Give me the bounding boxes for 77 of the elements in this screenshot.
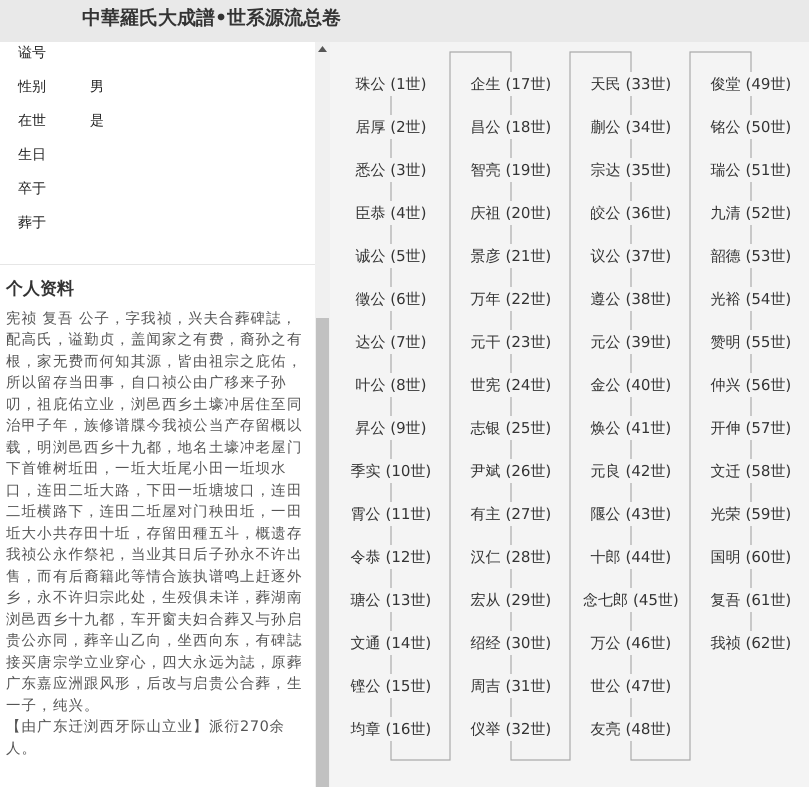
generation-link[interactable]: 珠公 (1世) bbox=[355, 73, 426, 95]
biography-paragraph: 宪祯 复吾 公子，字我祯，兴夫合葬碑誌，配高氏，谥勤贞，盖闻家之有费，裔孙之有根，家无费而何知其源，皆由祖宗之庇佑，所以留存当田事，自口祯公由广移来子孙叨，祖庇佑立业，浏邑西乡土壕冲居住至同治甲子年，族修谱牒今我祯公当产存留概以载，明浏邑西乡十九都，地名土壕冲老屋门下首锥树坵田，一坵大坵尾小田一坵坝水口，连田二坵大路，下田一坵塘坡口，连田二坵横路下，连田二坵屋对门秧田坵，一田坵大小共存田十坵，存留田種五斗，概遗存我祯公永作祭祀，当业其日后子孙永不许出售，而有后裔籍此等情合族执谱鸣上赶逐外乡，永不许归宗此处，生殁俱未详，葬湖南浏邑西乡十九都，车开窗夫妇合葬又与孙启贵公亦同，葬辛山乙向，坐西向东，有碑誌接买唐宗学立业穿心，四大永远为誌，原葬广东嘉应洲跟风形，后改与启贵公合葬，生一子，纯兴。 bbox=[5, 310, 304, 716]
generation-link[interactable]: 霄公 (11世) bbox=[350, 503, 432, 525]
generation-link[interactable]: 皎公 (36世) bbox=[590, 202, 672, 224]
generation-link[interactable]: 尹斌 (26世) bbox=[470, 460, 552, 482]
generation-link[interactable]: 瑞公 (51世) bbox=[710, 159, 792, 181]
page-title: 中華羅氏大成譜•世系源流总卷 bbox=[82, 7, 342, 29]
scroll-up-icon[interactable] bbox=[318, 46, 327, 52]
field-label: 在世 bbox=[17, 112, 47, 131]
biography-paragraph: 【由广东迁浏西牙际山立业】派衍270余人。 bbox=[5, 718, 286, 758]
generation-link[interactable]: 仪举 (32世) bbox=[470, 718, 552, 740]
generation-link[interactable]: 世宪 (24世) bbox=[470, 374, 552, 396]
generation-link[interactable]: 元干 (23世) bbox=[470, 331, 552, 353]
generation-link[interactable]: 韶德 (53世) bbox=[710, 245, 792, 267]
generation-link[interactable]: 文通 (14世) bbox=[350, 632, 432, 654]
generation-link[interactable]: 诚公 (5世) bbox=[355, 245, 426, 267]
generation-link[interactable]: 智亮 (19世) bbox=[470, 159, 552, 181]
generation-link[interactable]: 金公 (40世) bbox=[590, 374, 672, 396]
generation-link[interactable]: 徵公 (6世) bbox=[355, 288, 426, 310]
generation-link[interactable]: 友亮 (48世) bbox=[590, 718, 672, 740]
generation-link[interactable]: 企生 (17世) bbox=[470, 73, 552, 95]
generation-link[interactable]: 宗达 (35世) bbox=[590, 159, 672, 181]
generation-link[interactable]: 有主 (27世) bbox=[470, 503, 552, 525]
generation-link[interactable]: 季实 (10世) bbox=[350, 460, 432, 482]
scrollbar-thumb[interactable] bbox=[316, 318, 329, 787]
generation-link[interactable]: 铿公 (15世) bbox=[350, 675, 432, 697]
generation-link[interactable]: 念七郎 (45世) bbox=[583, 589, 679, 611]
generation-link[interactable]: 昌公 (18世) bbox=[470, 116, 552, 138]
field-value: 男 bbox=[90, 78, 104, 97]
generation-link[interactable]: 昇公 (9世) bbox=[355, 417, 426, 439]
field-label: 生日 bbox=[17, 146, 47, 165]
field-label: 谥号 bbox=[17, 44, 47, 63]
generation-link[interactable]: 令恭 (12世) bbox=[350, 546, 432, 568]
generation-link[interactable]: 臣恭 (4世) bbox=[355, 202, 426, 224]
generation-link[interactable]: 宏从 (29世) bbox=[470, 589, 552, 611]
generation-link[interactable]: 国明 (60世) bbox=[710, 546, 792, 568]
generation-link[interactable]: 光荣 (59世) bbox=[710, 503, 792, 525]
generation-link[interactable]: 汉仁 (28世) bbox=[470, 546, 552, 568]
generation-link[interactable]: 俊堂 (49世) bbox=[710, 73, 792, 95]
generation-link[interactable]: 文迁 (58世) bbox=[710, 460, 792, 482]
generation-link[interactable]: 悉公 (3世) bbox=[355, 159, 426, 181]
field-label: 性别 bbox=[16, 78, 47, 97]
generation-link[interactable]: 铭公 (50世) bbox=[710, 116, 792, 138]
generation-link[interactable]: 志银 (25世) bbox=[470, 417, 552, 439]
field-value: 是 bbox=[90, 112, 104, 131]
generation-link[interactable]: 庆祖 (20世) bbox=[470, 202, 552, 224]
generation-link[interactable]: 均章 (16世) bbox=[350, 718, 432, 740]
generation-link[interactable]: 我祯 (62世) bbox=[710, 632, 792, 654]
generation-link[interactable]: 元良 (42世) bbox=[590, 460, 672, 482]
generation-link[interactable]: 景彦 (21世) bbox=[470, 245, 552, 267]
field-label: 葬于 bbox=[17, 214, 47, 233]
generation-link[interactable]: 开伸 (57世) bbox=[710, 417, 792, 439]
generation-link[interactable]: 隁公 (43世) bbox=[590, 503, 672, 525]
generation-link[interactable]: 万公 (46世) bbox=[590, 632, 672, 654]
generation-link[interactable]: 复吾 (61世) bbox=[710, 589, 792, 611]
field-label: 卒于 bbox=[17, 180, 47, 199]
generation-link[interactable]: 周吉 (31世) bbox=[470, 675, 552, 697]
generation-link[interactable]: 光裕 (54世) bbox=[710, 288, 792, 310]
generation-link[interactable]: 天民 (33世) bbox=[590, 73, 672, 95]
generation-link[interactable]: 蒯公 (34世) bbox=[590, 116, 672, 138]
generation-link[interactable]: 议公 (37世) bbox=[590, 245, 672, 267]
generation-link[interactable]: 仲兴 (56世) bbox=[710, 374, 792, 396]
generation-link[interactable]: 遵公 (38世) bbox=[590, 288, 672, 310]
generation-link[interactable]: 达公 (7世) bbox=[355, 331, 426, 353]
scrollbar[interactable] bbox=[315, 42, 330, 787]
generation-link[interactable]: 赞明 (55世) bbox=[710, 331, 792, 353]
generation-link[interactable]: 万年 (22世) bbox=[470, 288, 552, 310]
generation-link[interactable]: 瑭公 (13世) bbox=[350, 589, 432, 611]
generation-link[interactable]: 九清 (52世) bbox=[710, 202, 792, 224]
generation-link[interactable]: 居厚 (2世) bbox=[355, 116, 426, 138]
generation-link[interactable]: 元公 (39世) bbox=[590, 331, 672, 353]
generation-link[interactable]: 绍经 (30世) bbox=[470, 632, 552, 654]
generation-link[interactable]: 世公 (47世) bbox=[590, 675, 672, 697]
generation-link[interactable]: 叶公 (8世) bbox=[355, 374, 426, 396]
section-heading: 个人资料 bbox=[4, 278, 75, 301]
generation-link[interactable]: 十郎 (44世) bbox=[590, 546, 672, 568]
generation-link[interactable]: 焕公 (41世) bbox=[590, 417, 672, 439]
